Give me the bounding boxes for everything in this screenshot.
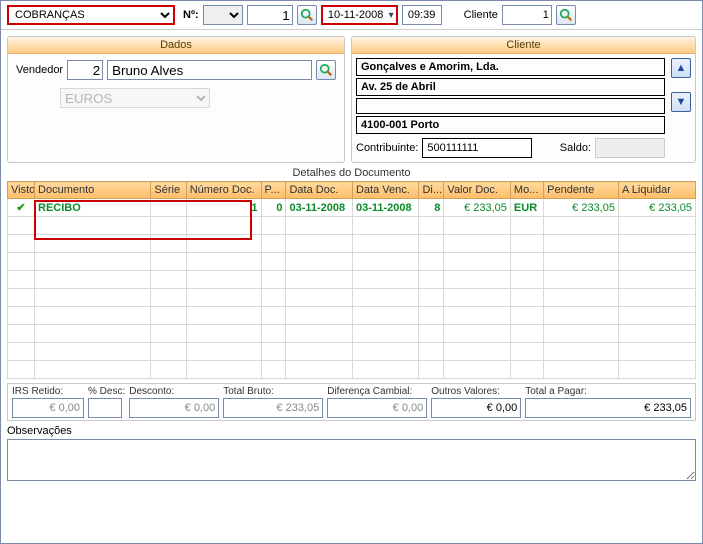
doc-time-input[interactable] [402,5,442,25]
desconto-label: Desconto: [129,386,219,397]
totals-bar: IRS Retido: % Desc: Desconto: Total Brut… [7,383,696,421]
grid-header-row: Visto Documento Série Número Doc. P... D… [8,182,696,199]
pdesc-label: % Desc: [88,386,125,397]
cell-mo[interactable]: EUR [510,199,543,217]
cell-di[interactable]: 8 [419,199,444,217]
table-row[interactable]: ✔ RECIBO 1 0 03-11-2008 03-11-2008 8 € 2… [8,199,696,217]
arrow-up-icon: ▲ [676,62,687,74]
col-pendente[interactable]: Pendente [544,182,619,199]
col-serie[interactable]: Série [151,182,186,199]
visto-check-icon[interactable]: ✔ [8,199,35,217]
cell-numero[interactable]: 1 [186,199,261,217]
scroll-up-button[interactable]: ▲ [671,58,691,78]
col-valordoc[interactable]: Valor Doc. [444,182,511,199]
search-icon [300,8,314,22]
irs-label: IRS Retido: [12,386,84,397]
doc-number-input[interactable] [247,5,293,25]
col-datadoc[interactable]: Data Doc. [286,182,353,199]
serie-select[interactable] [203,5,243,25]
outros-label: Outros Valores: [431,386,521,397]
cell-aliquidar[interactable]: € 233,05 [618,199,695,217]
cell-p[interactable]: 0 [261,199,286,217]
vendedor-label: Vendedor [16,64,63,76]
vendedor-name-input[interactable] [107,60,312,80]
col-di[interactable]: Di... [419,182,444,199]
table-row[interactable] [8,235,696,253]
doc-date-field[interactable]: ▾ [321,5,398,25]
cliente-number-input[interactable] [502,5,552,25]
desconto-input[interactable] [129,398,219,418]
col-aliquidar[interactable]: A Liquidar [618,182,695,199]
pdesc-input[interactable] [88,398,122,418]
search-vendedor-button[interactable] [316,60,336,80]
cell-datavenc[interactable]: 03-11-2008 [352,199,419,217]
cliente-panel: Cliente Gonçalves e Amorim, Lda. Av. 25 … [351,36,696,163]
col-documento[interactable]: Documento [35,182,151,199]
cliente-addr1-box: Av. 25 de Abril [356,78,665,96]
cliente-label: Cliente [464,9,498,21]
table-row[interactable] [8,325,696,343]
currency-select[interactable]: EUROS [60,88,210,108]
search-doc-button[interactable] [297,5,317,25]
cliente-addr2-box [356,98,665,114]
date-dropdown-icon[interactable]: ▾ [389,10,394,21]
cliente-name-box: Gonçalves e Amorim, Lda. [356,58,665,76]
doc-date-input[interactable] [325,9,387,21]
cell-valordoc[interactable]: € 233,05 [444,199,511,217]
search-cliente-button[interactable] [556,5,576,25]
contribuinte-label: Contribuinte: [356,142,418,154]
cliente-city-box: 4100-001 Porto [356,116,665,134]
irs-input[interactable] [12,398,84,418]
cliente-title: Cliente [352,37,695,54]
details-grid[interactable]: Visto Documento Série Número Doc. P... D… [7,181,696,379]
number-label: Nº: [183,9,199,21]
table-row[interactable] [8,253,696,271]
dados-title: Dados [8,37,344,54]
difcamb-label: Diferença Cambial: [327,386,427,397]
total-input [525,398,691,418]
arrow-down-icon: ▼ [676,96,687,108]
doc-type-select[interactable]: COBRANÇAS [7,5,175,25]
total-label: Total a Pagar: [525,386,691,397]
saldo-input [595,138,665,158]
search-icon [319,63,333,77]
obs-textarea[interactable] [7,439,696,481]
col-mo[interactable]: Mo... [510,182,543,199]
contribuinte-input[interactable] [422,138,532,158]
table-row[interactable] [8,343,696,361]
cell-serie[interactable] [151,199,186,217]
cell-documento[interactable]: RECIBO [35,199,151,217]
table-row[interactable] [8,271,696,289]
col-datavenc[interactable]: Data Venc. [352,182,419,199]
header-toolbar: COBRANÇAS Nº: ▾ Cliente [1,1,702,30]
table-row[interactable] [8,217,696,235]
col-visto[interactable]: Visto [8,182,35,199]
details-title: Detalhes do Documento [7,165,696,181]
cell-pendente[interactable]: € 233,05 [544,199,619,217]
saldo-label: Saldo: [560,142,591,154]
search-icon [559,8,573,22]
difcamb-input[interactable] [327,398,427,418]
col-numero[interactable]: Número Doc. [186,182,261,199]
cell-datadoc[interactable]: 03-11-2008 [286,199,353,217]
dados-panel: Dados Vendedor EUROS [7,36,345,163]
col-p[interactable]: P... [261,182,286,199]
scroll-down-button[interactable]: ▼ [671,92,691,112]
bruto-label: Total Bruto: [223,386,323,397]
vendedor-code-input[interactable] [67,60,103,80]
obs-label: Observações [7,425,72,437]
outros-input[interactable] [431,398,521,418]
table-row[interactable] [8,307,696,325]
table-row[interactable] [8,361,696,379]
table-row[interactable] [8,289,696,307]
bruto-input [223,398,323,418]
